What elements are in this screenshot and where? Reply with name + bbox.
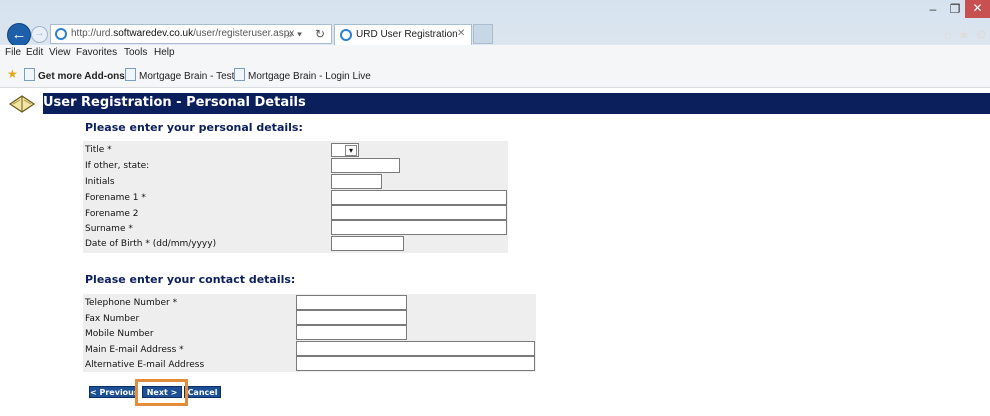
fav-get-addons[interactable]: Get more Add-ons ▾	[24, 68, 133, 82]
favorites-bar: ★ Get more Add-ons ▾ Mortgage Brain - Te…	[0, 61, 990, 88]
menu-file[interactable]: File	[5, 47, 21, 58]
browser-chrome: – ❐ ✕ ← → http://urd.softwaredev.co.uk/u…	[0, 0, 990, 88]
refresh-icon[interactable]: ↻	[315, 27, 325, 41]
close-icon[interactable]: ✕	[965, 0, 990, 18]
alt-email-input[interactable]	[296, 356, 535, 371]
main-email-input[interactable]	[296, 341, 535, 356]
field-label: Mobile Number	[85, 329, 154, 339]
chevron-down-icon: ▾	[345, 145, 357, 156]
telephone-input[interactable]	[296, 295, 407, 310]
field-label: If other, state:	[85, 161, 150, 171]
field-label: Fax Number	[85, 314, 140, 324]
mobile-input[interactable]	[296, 325, 407, 340]
page-icon	[24, 68, 35, 81]
dob-input[interactable]	[331, 236, 404, 251]
next-button-highlight	[135, 379, 188, 406]
menu-help[interactable]: Help	[154, 47, 175, 58]
forename1-input[interactable]	[331, 190, 507, 205]
menu-edit[interactable]: Edit	[26, 47, 43, 58]
minimize-icon[interactable]: –	[922, 2, 944, 18]
favorites-icon[interactable]: ★	[7, 67, 18, 81]
new-tab-button[interactable]	[473, 24, 493, 44]
menu-tools[interactable]: Tools	[124, 47, 147, 58]
field-label: Forename 2	[85, 209, 139, 219]
title-select[interactable]: ▾	[331, 143, 359, 157]
tab-title: URD User Registration	[356, 29, 458, 40]
ie-logo-icon	[55, 28, 67, 40]
field-label: Main E-mail Address *	[85, 345, 184, 355]
menu-view[interactable]: View	[49, 47, 71, 58]
back-arrow-icon[interactable]: ←	[7, 23, 31, 47]
field-label: Initials	[85, 177, 115, 187]
field-label: Telephone Number *	[85, 298, 178, 308]
field-label: Surname *	[85, 224, 133, 234]
forward-arrow-icon[interactable]: →	[31, 26, 48, 43]
tab-urd-registration[interactable]: URD User Registration ✕	[334, 24, 472, 45]
title-other-input[interactable]	[331, 158, 400, 173]
page-icon	[125, 68, 136, 81]
menu-favorites[interactable]: Favorites	[76, 47, 117, 58]
fav-mortgage-brain-live[interactable]: Mortgage Brain - Login Live	[234, 68, 371, 82]
fax-input[interactable]	[296, 310, 407, 325]
menu-bar: File Edit View Favorites Tools Help	[0, 45, 990, 61]
search-icon[interactable]: ⌕ ▾	[287, 27, 302, 42]
ie-logo-icon	[340, 29, 352, 41]
home-icon[interactable]: ⌂	[944, 27, 952, 42]
restore-icon[interactable]: ❐	[944, 2, 966, 18]
field-label: Forename 1 *	[85, 193, 146, 203]
page-title: User Registration - Personal Details	[43, 95, 306, 110]
fav-mortgage-brain-test[interactable]: Mortgage Brain - Test	[125, 68, 234, 82]
previous-button[interactable]: < Previous	[89, 386, 139, 398]
cancel-button[interactable]: Cancel	[184, 386, 221, 398]
field-label: Date of Birth * (dd/mm/yyyy)	[85, 239, 217, 249]
address-bar[interactable]: http://urd.softwaredev.co.uk/user/regist…	[50, 24, 332, 44]
forename2-input[interactable]	[331, 205, 507, 220]
book-icon	[8, 95, 36, 113]
url-text: http://urd.softwaredev.co.uk/user/regist…	[71, 28, 295, 39]
field-label: Alternative E-mail Address	[85, 360, 205, 370]
tab-close-icon[interactable]: ✕	[457, 28, 465, 39]
toolbar-icons: ⌂ ★ ⚙	[944, 27, 990, 43]
page-header-bar: User Registration - Personal Details	[43, 93, 990, 114]
surname-input[interactable]	[331, 220, 507, 235]
initials-input[interactable]	[331, 174, 382, 189]
page-icon	[234, 68, 245, 81]
personal-details-heading: Please enter your personal details:	[85, 121, 303, 134]
favorites-star-icon[interactable]: ★	[958, 27, 970, 42]
field-label: Title *	[85, 145, 112, 155]
contact-details-heading: Please enter your contact details:	[85, 273, 296, 286]
gear-icon[interactable]: ⚙	[976, 27, 988, 42]
